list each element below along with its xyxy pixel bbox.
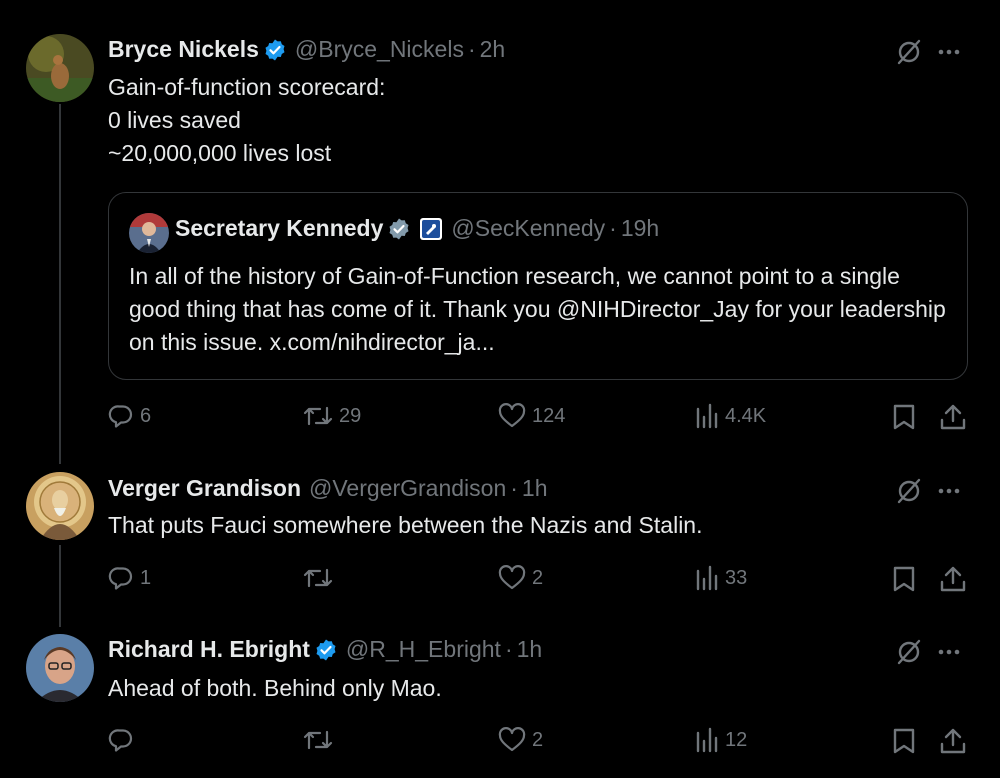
grok-icon[interactable] [895, 38, 923, 66]
like-count: 124 [532, 404, 566, 427]
display-name[interactable]: Bryce Nickels [108, 36, 259, 63]
share-icon [940, 728, 966, 754]
share-button[interactable] [940, 403, 966, 431]
reply-button[interactable]: 6 [108, 403, 151, 429]
action-bar: 6 29 124 4.4K [108, 403, 968, 433]
display-name[interactable]: Richard H. Ebright [108, 636, 310, 663]
like-icon [498, 403, 526, 428]
quoted-tweet[interactable]: Secretary Kennedy @SecKennedy · 19h In a… [108, 192, 968, 380]
tweet-menu [895, 477, 961, 505]
bookmark-icon [893, 728, 915, 754]
timestamp[interactable]: 1h [522, 475, 548, 502]
grok-icon[interactable] [895, 638, 923, 666]
bookmark-button[interactable] [892, 403, 916, 431]
tweet-text: That puts Fauci somewhere between the Na… [108, 512, 703, 538]
reply-icon [108, 405, 133, 428]
separator: · [510, 475, 518, 501]
bookmark-icon [893, 566, 915, 592]
like-button[interactable]: 2 [498, 727, 543, 753]
separator: · [609, 215, 617, 241]
action-bar: 2 12 [108, 727, 968, 757]
tweet-header: Verger Grandison @VergerGrandison · 1h [108, 475, 548, 502]
timestamp[interactable]: 1h [517, 636, 543, 663]
reply-count: 1 [140, 566, 152, 589]
views-icon [696, 403, 718, 429]
share-button[interactable] [940, 565, 966, 593]
verified-badge-icon [389, 218, 409, 239]
quote-timestamp[interactable]: 19h [621, 215, 659, 242]
repost-icon [303, 730, 333, 750]
verified-badge-icon [316, 639, 336, 660]
reply-button[interactable]: 1 [108, 565, 151, 591]
avatar[interactable] [26, 472, 94, 540]
more-icon[interactable] [937, 48, 961, 56]
share-icon [940, 566, 966, 592]
like-button[interactable]: 2 [498, 565, 543, 591]
reply-icon [108, 729, 133, 752]
tweet-text: Ahead of both. Behind only Mao. [108, 675, 442, 701]
repost-count: 29 [339, 404, 362, 427]
thread-connector [59, 545, 61, 627]
avatar[interactable] [26, 634, 94, 702]
bookmark-button[interactable] [892, 565, 916, 593]
like-icon [498, 565, 526, 590]
quote-avatar[interactable] [129, 213, 169, 253]
share-icon [940, 404, 966, 430]
quote-text: In all of the history of Gain-of-Functio… [129, 263, 946, 355]
quote-header: Secretary Kennedy @SecKennedy · 19h [175, 215, 659, 242]
like-icon [498, 727, 526, 752]
repost-icon [303, 568, 333, 588]
action-bar: 1 2 33 [108, 565, 968, 595]
timestamp[interactable]: 2h [480, 36, 506, 63]
repost-button[interactable]: 29 [303, 403, 361, 429]
verified-badge-icon [265, 39, 285, 60]
views-button[interactable]: 12 [695, 727, 747, 753]
separator: · [504, 636, 513, 662]
repost-button[interactable] [303, 727, 339, 753]
view-count: 12 [725, 728, 748, 751]
bookmark-button[interactable] [892, 727, 916, 755]
display-name[interactable]: Verger Grandison [108, 475, 301, 502]
tweet-text: Gain-of-function scorecard: 0 lives save… [108, 74, 386, 166]
view-count: 4.4K [725, 404, 767, 427]
like-button[interactable]: 124 [498, 403, 565, 429]
views-button[interactable]: 4.4K [695, 403, 766, 429]
handle[interactable]: @VergerGrandison [309, 475, 506, 502]
repost-icon [303, 406, 333, 426]
reply-icon [108, 567, 133, 590]
reply-count: 6 [140, 404, 152, 427]
views-button[interactable]: 33 [695, 565, 747, 591]
reply-button[interactable] [108, 727, 140, 753]
views-icon [696, 565, 718, 591]
like-count: 2 [532, 728, 544, 751]
repost-button[interactable] [303, 565, 339, 591]
separator: · [467, 36, 476, 62]
tweet-header: Bryce Nickels @Bryce_Nickels · 2h [108, 36, 505, 63]
share-button[interactable] [940, 727, 966, 755]
handle[interactable]: @R_H_Ebright [346, 636, 501, 663]
tweet-header: Richard H. Ebright @R_H_Ebright · 1h [108, 636, 542, 663]
grok-icon[interactable] [895, 477, 923, 505]
government-badge-icon [420, 217, 443, 240]
more-icon[interactable] [937, 648, 961, 656]
like-count: 2 [532, 566, 544, 589]
views-icon [696, 727, 718, 753]
quote-display-name[interactable]: Secretary Kennedy [175, 215, 383, 242]
more-icon[interactable] [937, 487, 961, 495]
quote-handle[interactable]: @SecKennedy [451, 215, 605, 242]
bookmark-icon [893, 404, 915, 430]
tweet-menu [895, 638, 961, 666]
avatar[interactable] [26, 34, 94, 102]
handle[interactable]: @Bryce_Nickels [295, 36, 464, 63]
thread-connector [59, 104, 61, 464]
view-count: 33 [725, 566, 748, 589]
tweet-menu [895, 38, 961, 66]
